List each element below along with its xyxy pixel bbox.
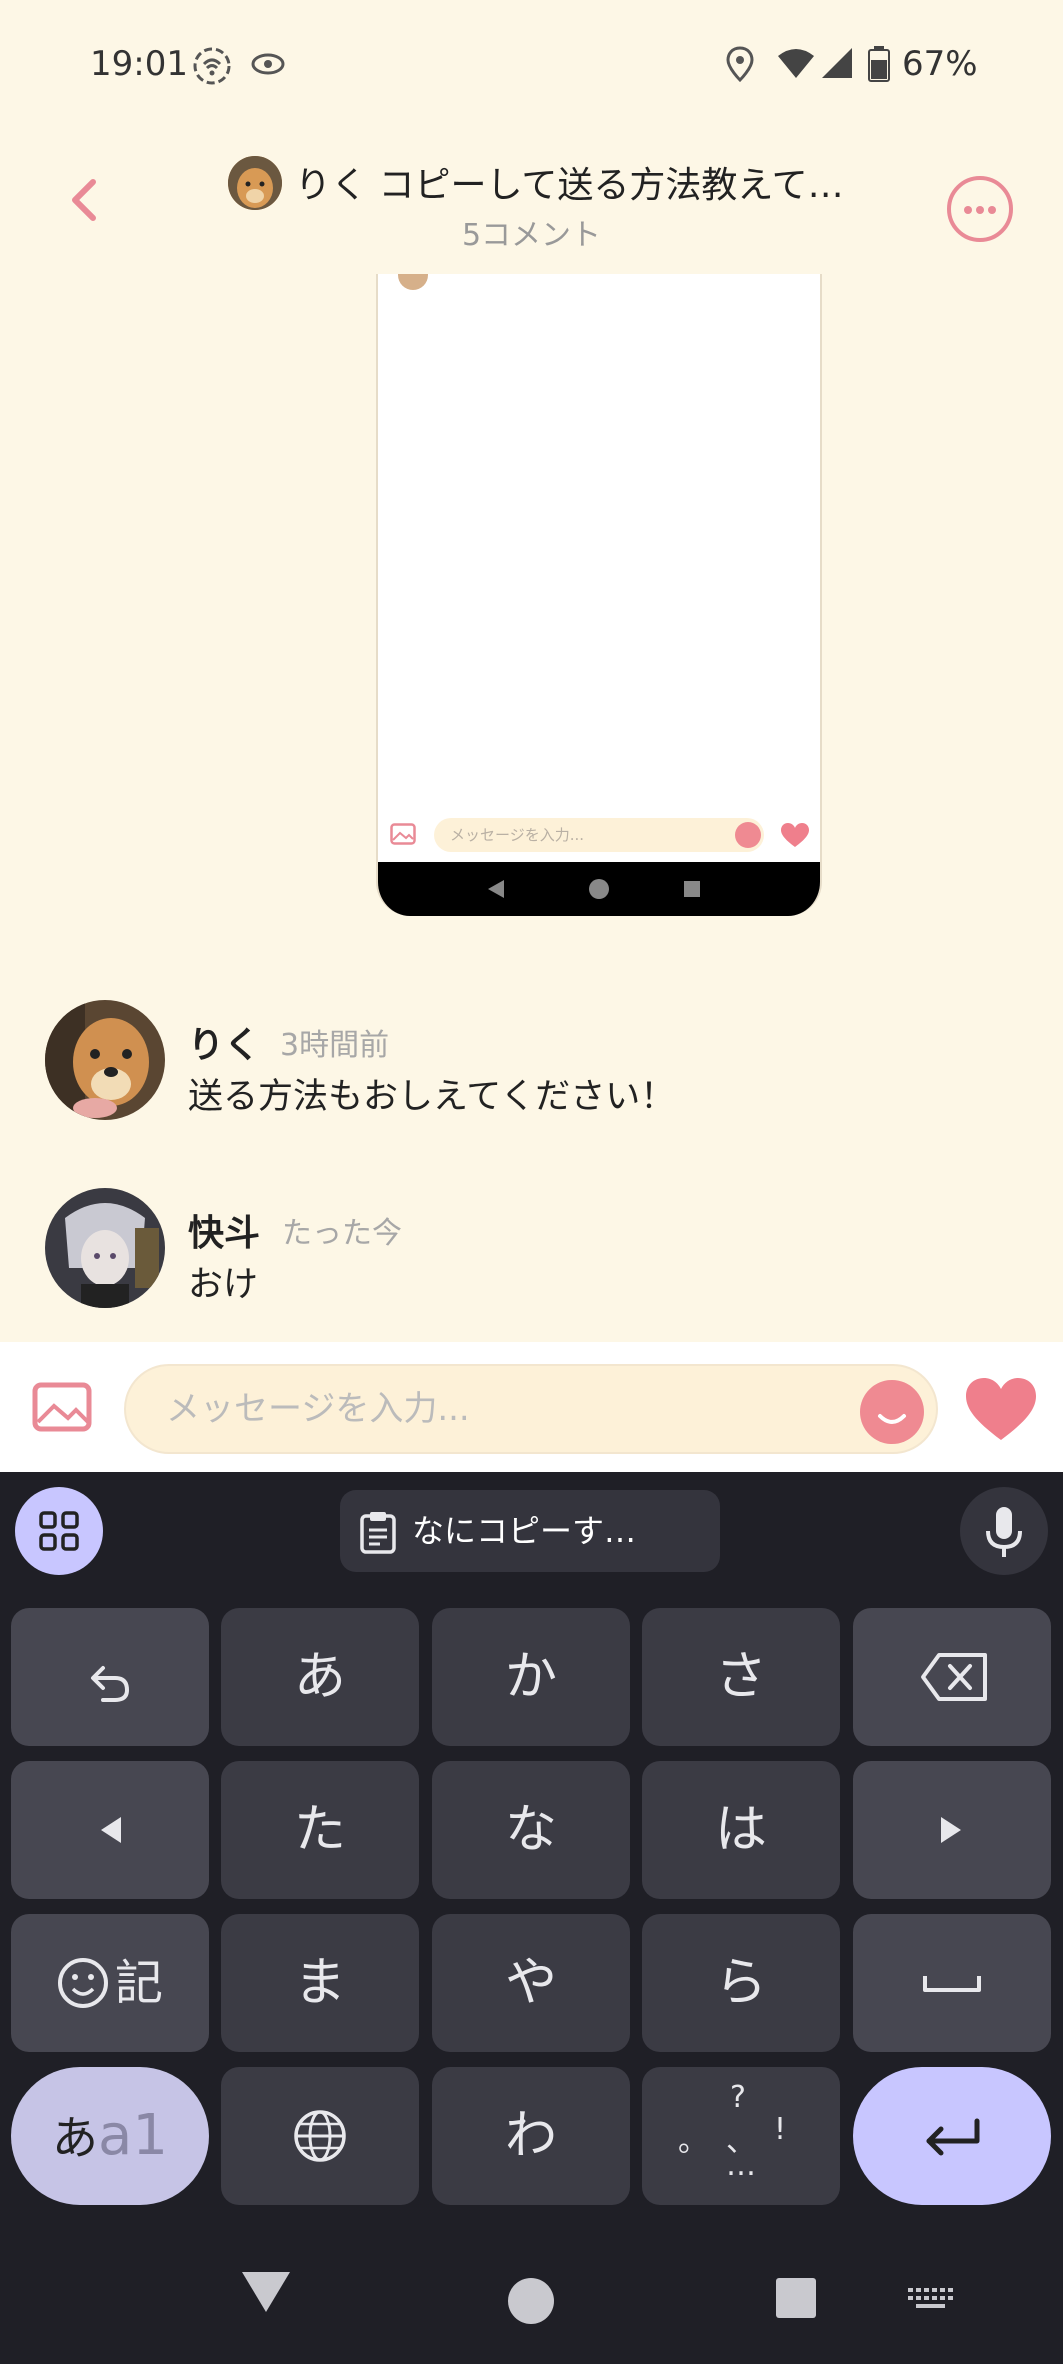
space-icon <box>923 1976 981 1992</box>
attached-screenshot[interactable]: メッセージを入力... <box>376 274 822 916</box>
key-wa[interactable]: わ <box>432 2067 630 2205</box>
emoji-icon[interactable] <box>860 1380 924 1444</box>
shot-navbar <box>378 862 820 916</box>
comment-author: 快斗 <box>188 1213 261 1254</box>
battery-icon <box>868 46 890 82</box>
avatar[interactable] <box>45 1188 165 1308</box>
key-ha[interactable]: は <box>642 1761 840 1899</box>
punctuation-key[interactable]: ? 。 、 ! … <box>642 2067 840 2205</box>
key-a[interactable]: あ <box>221 1608 419 1746</box>
comment-text: 送る方法もおしえてください！ <box>188 1077 676 1117</box>
clipboard-text: なにコピーす… <box>412 1512 637 1550</box>
wifi-icon <box>778 49 814 78</box>
punct-exclaim: ! <box>774 2112 787 2147</box>
backspace-icon <box>921 1653 987 1701</box>
status-time: 19:01 <box>90 44 188 84</box>
image-icon <box>390 823 416 845</box>
keyboard-menu-button[interactable] <box>15 1487 103 1575</box>
key-ma[interactable]: ま <box>221 1914 419 2052</box>
comment-item: りく 3時間前 送る方法もおしえてください！ <box>0 1000 1063 1130</box>
clipboard-icon <box>360 1512 396 1554</box>
recents-icon[interactable] <box>774 2276 818 2320</box>
page-title: りく コピーして送る方法教えて… <box>295 165 844 206</box>
shot-avatar <box>398 274 428 290</box>
comment-author: りく <box>188 1025 261 1066</box>
image-attach-icon[interactable] <box>32 1382 92 1432</box>
keyboard-switch-icon[interactable] <box>906 2286 954 2312</box>
microphone-button[interactable] <box>960 1487 1048 1575</box>
enter-key[interactable] <box>853 2067 1051 2205</box>
comment-time: 3時間前 <box>280 1028 390 1063</box>
shot-emoji-icon <box>735 822 761 848</box>
clipboard-suggestion[interactable]: なにコピーす… <box>340 1490 720 1572</box>
shot-composer: メッセージを入力... <box>378 810 820 862</box>
comment-time: たった今 <box>282 1216 402 1251</box>
mode-kana-label: あ <box>52 2111 99 2165</box>
home-icon[interactable] <box>506 2276 556 2326</box>
status-bar: 19:01 67% <box>0 0 1063 130</box>
key-sa[interactable]: さ <box>642 1608 840 1746</box>
key-ya[interactable]: や <box>432 1914 630 2052</box>
punct-ellipsis: … <box>726 2148 756 2183</box>
key-ka[interactable]: か <box>432 1608 630 1746</box>
input-mode-key[interactable]: あa1 <box>11 2067 209 2205</box>
grid-icon <box>39 1511 79 1551</box>
heart-icon[interactable] <box>964 1376 1038 1442</box>
key-na[interactable]: な <box>432 1761 630 1899</box>
punct-maru: 。 <box>678 2124 708 2159</box>
shot-input: メッセージを入力... <box>434 818 764 852</box>
smiley-icon <box>58 1958 108 2008</box>
message-input[interactable]: メッセージを入力... <box>124 1364 938 1454</box>
backspace-key[interactable] <box>853 1608 1051 1746</box>
undo-key[interactable] <box>11 1608 209 1746</box>
cursor-left-key[interactable] <box>11 1761 209 1899</box>
emoji-symbol-key[interactable]: 記 <box>11 1914 209 2052</box>
system-navbar <box>0 2218 1063 2364</box>
cursor-right-key[interactable] <box>853 1761 1051 1899</box>
comment-text: おけ <box>188 1265 259 1305</box>
location-icon <box>726 46 754 82</box>
comment-item: 快斗 たった今 おけ <box>0 1188 1063 1318</box>
emoji-key-label: 記 <box>115 1955 164 2011</box>
globe-icon <box>294 2110 346 2162</box>
more-horizontal-icon[interactable] <box>947 176 1013 242</box>
microphone-icon <box>986 1507 1022 1557</box>
shot-heart-icon <box>781 823 809 847</box>
undo-icon <box>91 1666 130 1702</box>
comment-count: 5コメント <box>461 218 602 253</box>
battery-percent: 67% <box>902 44 978 84</box>
signal-icon <box>822 48 852 78</box>
header: りく コピーして送る方法教えて… 5コメント <box>0 130 1063 276</box>
key-ta[interactable]: た <box>221 1761 419 1899</box>
arrow-right-icon <box>941 1817 961 1843</box>
back-triangle-icon[interactable] <box>240 2268 292 2314</box>
eye-icon <box>251 53 285 75</box>
arrow-left-icon <box>101 1817 121 1843</box>
header-avatar[interactable] <box>228 156 282 210</box>
hotspot-icon <box>193 47 231 85</box>
space-key[interactable] <box>853 1914 1051 2052</box>
mode-alpha-label: a1 <box>98 2103 168 2168</box>
avatar[interactable] <box>45 1000 165 1120</box>
language-key[interactable] <box>221 2067 419 2205</box>
enter-icon <box>926 2118 980 2156</box>
